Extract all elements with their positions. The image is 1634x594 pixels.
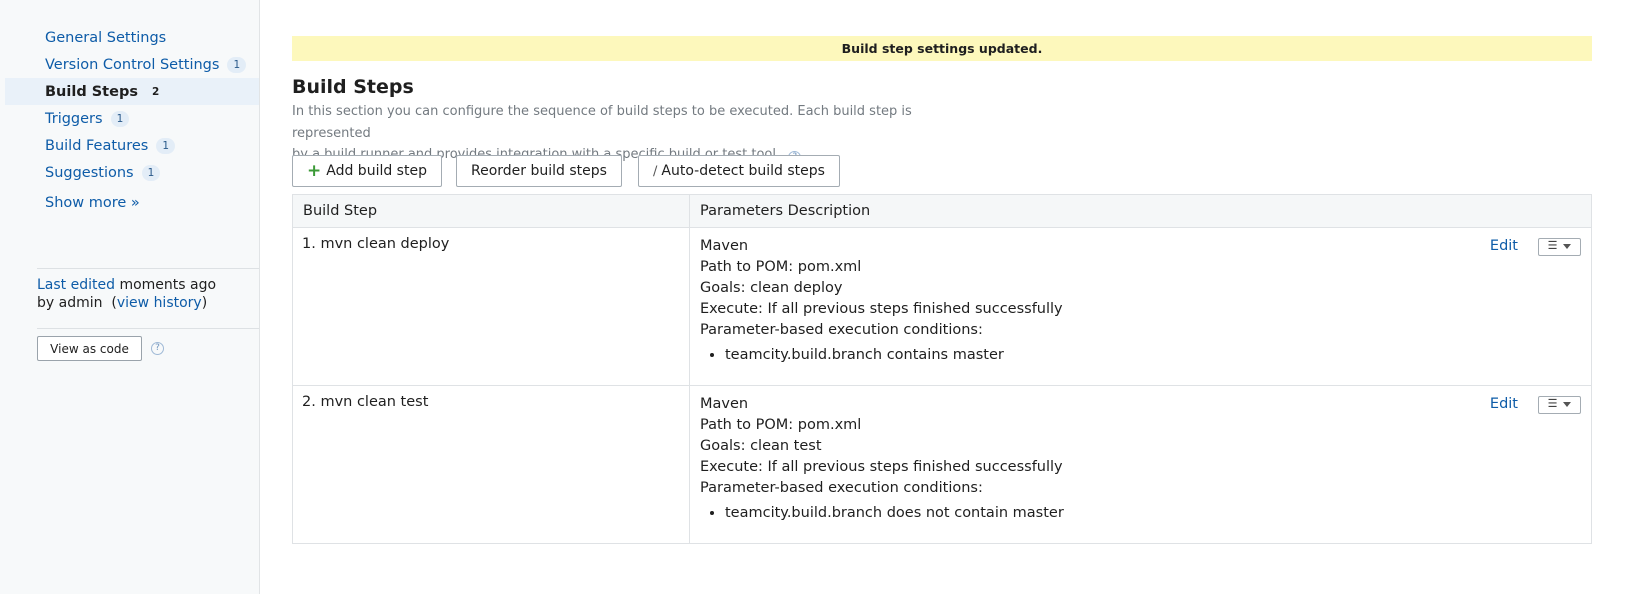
count-badge: 2 [151,85,160,98]
description-line: In this section you can configure the se… [292,104,912,141]
count-badge: 1 [141,164,161,181]
view-history-link[interactable]: view history [117,295,202,311]
condition-item: teamcity.build.branch contains master [725,345,1581,366]
step-parameters-cell: Maven Path to POM: pom.xml Goals: clean … [689,385,1592,544]
sidebar-item-label: Build Features [45,137,149,154]
sidebar-item-label: Version Control Settings [45,56,220,73]
view-as-code-button[interactable]: View as code [37,336,142,361]
step-parameters: Maven Path to POM: pom.xml Goals: clean … [700,394,1581,524]
count-badge: 1 [156,137,176,154]
execute-policy: Execute: If all previous steps finished … [700,301,1063,317]
column-header-parameters: Parameters Description [689,194,1592,228]
pom-path: Path to POM: pom.xml [700,259,862,275]
edit-link[interactable]: Edit [1490,236,1518,257]
build-steps-table: Build Step Parameters Description 1. mvn… [292,194,1592,544]
step-name: 1. mvn clean deploy [292,227,690,386]
step-actions-menu-button[interactable]: ☰ [1538,237,1581,256]
chevron-down-icon [1563,244,1572,249]
column-header-build-step: Build Step [292,194,690,228]
page-title: Build Steps [292,76,414,98]
sidebar-item-build-features[interactable]: Build Features 1 [5,132,259,159]
step-actions-menu-button[interactable]: ☰ [1538,395,1581,414]
button-label: Auto-detect build steps [661,163,825,179]
step-parameters: Maven Path to POM: pom.xml Goals: clean … [700,236,1581,366]
button-label: Add build step [326,163,427,179]
list-icon: ☰ [1547,240,1558,252]
last-edited-by: by admin [37,295,103,311]
table-row: 2. mvn clean test Maven Path to POM: pom… [292,385,1592,544]
sidebar-item-label: Suggestions [45,164,134,181]
sidebar-item-label: General Settings [45,29,167,46]
runner-type: Maven [700,238,749,254]
edit-link[interactable]: Edit [1490,394,1518,415]
sidebar-item-label: Build Steps [45,83,138,100]
last-edited-time: moments ago [119,277,217,293]
chevron-down-icon [1563,402,1572,407]
sidebar-item-suggestions[interactable]: Suggestions 1 [5,159,259,186]
execute-policy: Execute: If all previous steps finished … [700,459,1063,475]
sidebar-item-build-steps[interactable]: Build Steps 2 [5,78,259,105]
button-label: Reorder build steps [471,163,607,179]
show-more-link[interactable]: Show more » [45,195,140,211]
list-icon: ☰ [1547,398,1558,410]
plus-icon: + [307,160,322,181]
success-notice: Build step settings updated. [292,36,1592,61]
conditions-list: teamcity.build.branch contains master [700,345,1581,366]
table-row: 1. mvn clean deploy Maven Path to POM: p… [292,227,1592,386]
conditions-label: Parameter-based execution conditions: [700,322,983,338]
add-build-step-button[interactable]: + Add build step [292,155,442,187]
sidebar-item-label: Triggers [45,110,103,127]
runner-type: Maven [700,396,749,412]
last-edited-link[interactable]: Last edited [37,277,115,293]
step-name: 2. mvn clean test [292,385,690,544]
count-badge: 1 [227,56,247,73]
table-header-row: Build Step Parameters Description [292,194,1592,228]
row-actions: Edit ☰ [1490,394,1581,415]
goals: Goals: clean test [700,438,822,454]
sidebar-item-version-control-settings[interactable]: Version Control Settings 1 [5,51,259,78]
sidebar-item-general-settings[interactable]: General Settings [5,24,259,51]
step-parameters-cell: Maven Path to POM: pom.xml Goals: clean … [689,227,1592,386]
pom-path: Path to POM: pom.xml [700,417,862,433]
row-actions: Edit ☰ [1490,236,1581,257]
settings-nav: General Settings Version Control Setting… [5,24,259,186]
conditions-list: teamcity.build.branch does not contain m… [700,503,1581,524]
magic-wand-icon: ∕ [653,163,658,179]
count-badge: 1 [110,110,130,127]
auto-detect-build-steps-button[interactable]: ∕ Auto-detect build steps [638,155,840,187]
conditions-label: Parameter-based execution conditions: [700,480,983,496]
sidebar-divider [37,268,259,269]
reorder-build-steps-button[interactable]: Reorder build steps [456,155,622,187]
last-edited-info: Last edited moments ago by admin (view h… [37,277,217,311]
condition-item: teamcity.build.branch does not contain m… [725,503,1581,524]
sidebar-divider [37,328,259,329]
sidebar: General Settings Version Control Setting… [0,0,260,594]
help-icon[interactable]: ? [151,342,164,355]
sidebar-item-triggers[interactable]: Triggers 1 [5,105,259,132]
goals: Goals: clean deploy [700,280,843,296]
